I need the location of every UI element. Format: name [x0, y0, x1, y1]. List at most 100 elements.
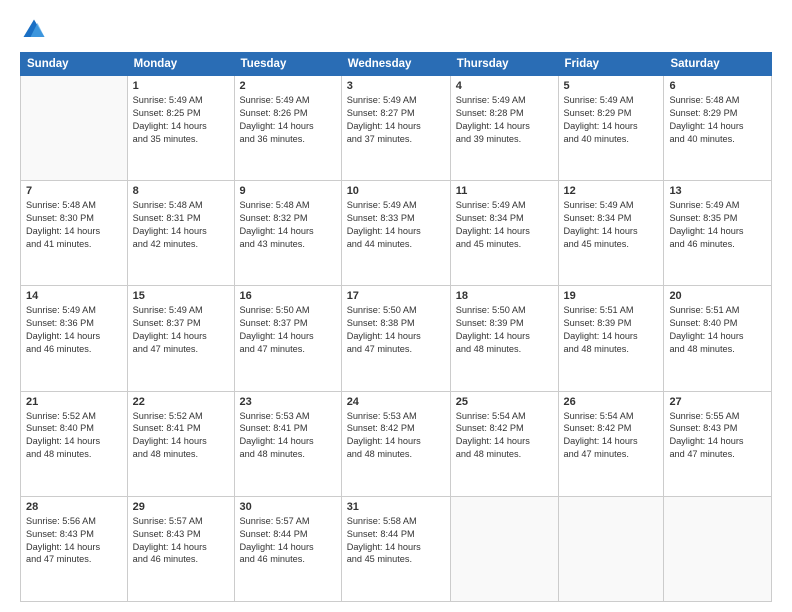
day-info: Sunrise: 5:49 AM Sunset: 8:37 PM Dayligh…: [133, 304, 229, 356]
day-info: Sunrise: 5:58 AM Sunset: 8:44 PM Dayligh…: [347, 515, 445, 567]
day-info: Sunrise: 5:51 AM Sunset: 8:39 PM Dayligh…: [564, 304, 659, 356]
day-number: 21: [26, 396, 122, 408]
day-number: 5: [564, 80, 659, 92]
day-info: Sunrise: 5:51 AM Sunset: 8:40 PM Dayligh…: [669, 304, 766, 356]
day-info: Sunrise: 5:52 AM Sunset: 8:41 PM Dayligh…: [133, 410, 229, 462]
weekday-header-saturday: Saturday: [664, 53, 772, 76]
calendar-cell: 24 Sunrise: 5:53 AM Sunset: 8:42 PM Dayli…: [341, 391, 450, 496]
day-info: Sunrise: 5:49 AM Sunset: 8:25 PM Dayligh…: [133, 94, 229, 146]
day-number: 14: [26, 290, 122, 302]
week-row-3: 21 Sunrise: 5:52 AM Sunset: 8:40 PM Dayli…: [21, 391, 772, 496]
day-number: 1: [133, 80, 229, 92]
day-number: 25: [456, 396, 553, 408]
calendar-cell: 27 Sunrise: 5:55 AM Sunset: 8:43 PM Dayli…: [664, 391, 772, 496]
day-number: 24: [347, 396, 445, 408]
weekday-header-monday: Monday: [127, 53, 234, 76]
day-info: Sunrise: 5:48 AM Sunset: 8:31 PM Dayligh…: [133, 199, 229, 251]
logo: [20, 16, 52, 44]
calendar-cell: 22 Sunrise: 5:52 AM Sunset: 8:41 PM Dayli…: [127, 391, 234, 496]
day-info: Sunrise: 5:50 AM Sunset: 8:37 PM Dayligh…: [240, 304, 336, 356]
day-info: Sunrise: 5:49 AM Sunset: 8:34 PM Dayligh…: [456, 199, 553, 251]
day-number: 13: [669, 185, 766, 197]
day-info: Sunrise: 5:49 AM Sunset: 8:27 PM Dayligh…: [347, 94, 445, 146]
day-info: Sunrise: 5:49 AM Sunset: 8:29 PM Dayligh…: [564, 94, 659, 146]
calendar-cell: 6 Sunrise: 5:48 AM Sunset: 8:29 PM Daylig…: [664, 76, 772, 181]
day-info: Sunrise: 5:48 AM Sunset: 8:30 PM Dayligh…: [26, 199, 122, 251]
day-number: 29: [133, 501, 229, 513]
calendar-cell: 17 Sunrise: 5:50 AM Sunset: 8:38 PM Dayli…: [341, 286, 450, 391]
calendar-cell: [558, 496, 664, 601]
day-number: 22: [133, 396, 229, 408]
day-number: 7: [26, 185, 122, 197]
day-number: 11: [456, 185, 553, 197]
day-info: Sunrise: 5:48 AM Sunset: 8:29 PM Dayligh…: [669, 94, 766, 146]
calendar-cell: 28 Sunrise: 5:56 AM Sunset: 8:43 PM Dayli…: [21, 496, 128, 601]
weekday-header-tuesday: Tuesday: [234, 53, 341, 76]
calendar-cell: 5 Sunrise: 5:49 AM Sunset: 8:29 PM Daylig…: [558, 76, 664, 181]
day-number: 16: [240, 290, 336, 302]
day-info: Sunrise: 5:50 AM Sunset: 8:39 PM Dayligh…: [456, 304, 553, 356]
day-number: 10: [347, 185, 445, 197]
day-info: Sunrise: 5:56 AM Sunset: 8:43 PM Dayligh…: [26, 515, 122, 567]
day-info: Sunrise: 5:49 AM Sunset: 8:26 PM Dayligh…: [240, 94, 336, 146]
calendar-cell: 15 Sunrise: 5:49 AM Sunset: 8:37 PM Dayli…: [127, 286, 234, 391]
calendar-cell: 13 Sunrise: 5:49 AM Sunset: 8:35 PM Dayli…: [664, 181, 772, 286]
day-info: Sunrise: 5:52 AM Sunset: 8:40 PM Dayligh…: [26, 410, 122, 462]
day-info: Sunrise: 5:49 AM Sunset: 8:28 PM Dayligh…: [456, 94, 553, 146]
day-number: 28: [26, 501, 122, 513]
day-number: 27: [669, 396, 766, 408]
calendar-cell: 23 Sunrise: 5:53 AM Sunset: 8:41 PM Dayli…: [234, 391, 341, 496]
day-number: 18: [456, 290, 553, 302]
calendar-cell: 1 Sunrise: 5:49 AM Sunset: 8:25 PM Daylig…: [127, 76, 234, 181]
day-info: Sunrise: 5:54 AM Sunset: 8:42 PM Dayligh…: [456, 410, 553, 462]
calendar-cell: 20 Sunrise: 5:51 AM Sunset: 8:40 PM Dayli…: [664, 286, 772, 391]
weekday-header-friday: Friday: [558, 53, 664, 76]
day-info: Sunrise: 5:55 AM Sunset: 8:43 PM Dayligh…: [669, 410, 766, 462]
day-number: 3: [347, 80, 445, 92]
calendar-cell: 18 Sunrise: 5:50 AM Sunset: 8:39 PM Dayli…: [450, 286, 558, 391]
day-info: Sunrise: 5:48 AM Sunset: 8:32 PM Dayligh…: [240, 199, 336, 251]
calendar-cell: 12 Sunrise: 5:49 AM Sunset: 8:34 PM Dayli…: [558, 181, 664, 286]
day-number: 19: [564, 290, 659, 302]
calendar-cell: 29Sunrise: 5:57 AM Sunset: 8:43 PM Dayli…: [127, 496, 234, 601]
day-number: 6: [669, 80, 766, 92]
day-info: Sunrise: 5:50 AM Sunset: 8:38 PM Dayligh…: [347, 304, 445, 356]
day-info: Sunrise: 5:49 AM Sunset: 8:34 PM Dayligh…: [564, 199, 659, 251]
page: SundayMondayTuesdayWednesdayThursdayFrid…: [0, 0, 792, 612]
day-info: Sunrise: 5:54 AM Sunset: 8:42 PM Dayligh…: [564, 410, 659, 462]
calendar-cell: 7 Sunrise: 5:48 AM Sunset: 8:30 PM Daylig…: [21, 181, 128, 286]
day-number: 30: [240, 501, 336, 513]
day-number: 12: [564, 185, 659, 197]
day-info: Sunrise: 5:53 AM Sunset: 8:42 PM Dayligh…: [347, 410, 445, 462]
calendar-cell: 14 Sunrise: 5:49 AM Sunset: 8:36 PM Dayli…: [21, 286, 128, 391]
day-number: 8: [133, 185, 229, 197]
day-number: 15: [133, 290, 229, 302]
calendar-cell: [664, 496, 772, 601]
weekday-header-thursday: Thursday: [450, 53, 558, 76]
calendar: SundayMondayTuesdayWednesdayThursdayFrid…: [20, 52, 772, 602]
day-info: Sunrise: 5:53 AM Sunset: 8:41 PM Dayligh…: [240, 410, 336, 462]
calendar-cell: [21, 76, 128, 181]
day-number: 17: [347, 290, 445, 302]
calendar-cell: 10 Sunrise: 5:49 AM Sunset: 8:33 PM Dayli…: [341, 181, 450, 286]
calendar-cell: 31Sunrise: 5:58 AM Sunset: 8:44 PM Dayli…: [341, 496, 450, 601]
weekday-header-row: SundayMondayTuesdayWednesdayThursdayFrid…: [21, 53, 772, 76]
calendar-cell: [450, 496, 558, 601]
header: [20, 16, 772, 44]
day-info: Sunrise: 5:49 AM Sunset: 8:36 PM Dayligh…: [26, 304, 122, 356]
day-number: 26: [564, 396, 659, 408]
day-number: 20: [669, 290, 766, 302]
week-row-2: 14 Sunrise: 5:49 AM Sunset: 8:36 PM Dayli…: [21, 286, 772, 391]
calendar-cell: 25 Sunrise: 5:54 AM Sunset: 8:42 PM Dayli…: [450, 391, 558, 496]
calendar-cell: 2 Sunrise: 5:49 AM Sunset: 8:26 PM Daylig…: [234, 76, 341, 181]
day-info: Sunrise: 5:49 AM Sunset: 8:33 PM Dayligh…: [347, 199, 445, 251]
calendar-cell: 4Sunrise: 5:49 AM Sunset: 8:28 PM Daylig…: [450, 76, 558, 181]
calendar-cell: 16 Sunrise: 5:50 AM Sunset: 8:37 PM Dayli…: [234, 286, 341, 391]
weekday-header-wednesday: Wednesday: [341, 53, 450, 76]
day-number: 9: [240, 185, 336, 197]
calendar-cell: 3 Sunrise: 5:49 AM Sunset: 8:27 PM Daylig…: [341, 76, 450, 181]
day-number: 2: [240, 80, 336, 92]
day-info: Sunrise: 5:49 AM Sunset: 8:35 PM Dayligh…: [669, 199, 766, 251]
day-number: 23: [240, 396, 336, 408]
calendar-cell: 30Sunrise: 5:57 AM Sunset: 8:44 PM Dayli…: [234, 496, 341, 601]
